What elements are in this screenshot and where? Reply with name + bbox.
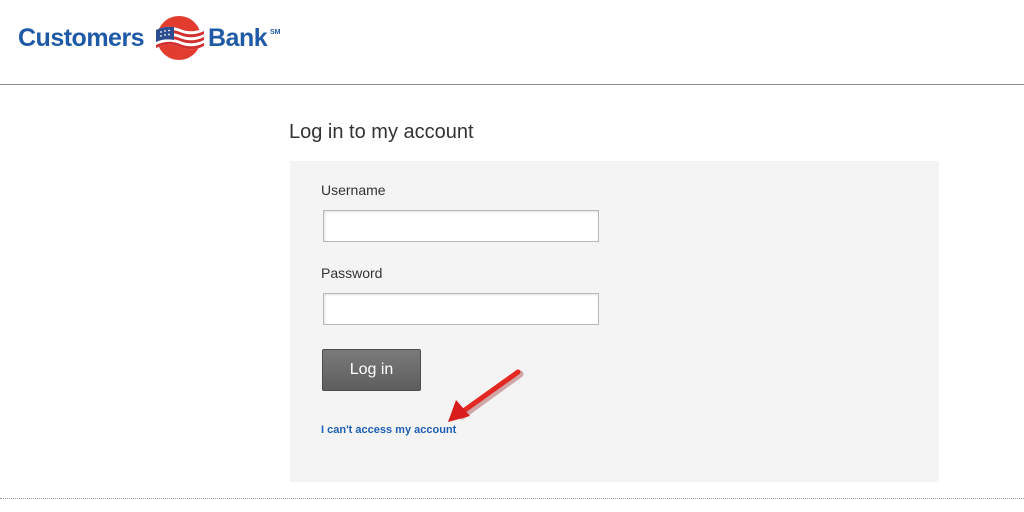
red-arrow-annotation bbox=[448, 369, 524, 422]
flag-globe-icon bbox=[156, 16, 204, 60]
password-label: Password bbox=[321, 265, 383, 281]
service-mark: SM bbox=[270, 29, 281, 36]
logo-text-bank: Bank bbox=[208, 24, 268, 52]
site-header: Customers Bank SM bbox=[0, 0, 1024, 85]
password-input[interactable] bbox=[323, 293, 599, 325]
cant-access-account-link[interactable]: I can't access my account bbox=[321, 424, 456, 436]
page-title: Log in to my account bbox=[289, 121, 474, 143]
logo-text-customers: Customers bbox=[18, 24, 145, 52]
footer-divider bbox=[0, 498, 1024, 499]
login-button[interactable]: Log in bbox=[322, 349, 421, 391]
login-page: Customers Bank SM Log in to my account U… bbox=[0, 0, 1024, 512]
username-input[interactable] bbox=[323, 210, 599, 242]
customers-bank-logo[interactable]: Customers Bank SM bbox=[18, 12, 288, 64]
username-label: Username bbox=[321, 182, 386, 198]
login-form: Username Password Log in I can't access … bbox=[290, 161, 939, 482]
